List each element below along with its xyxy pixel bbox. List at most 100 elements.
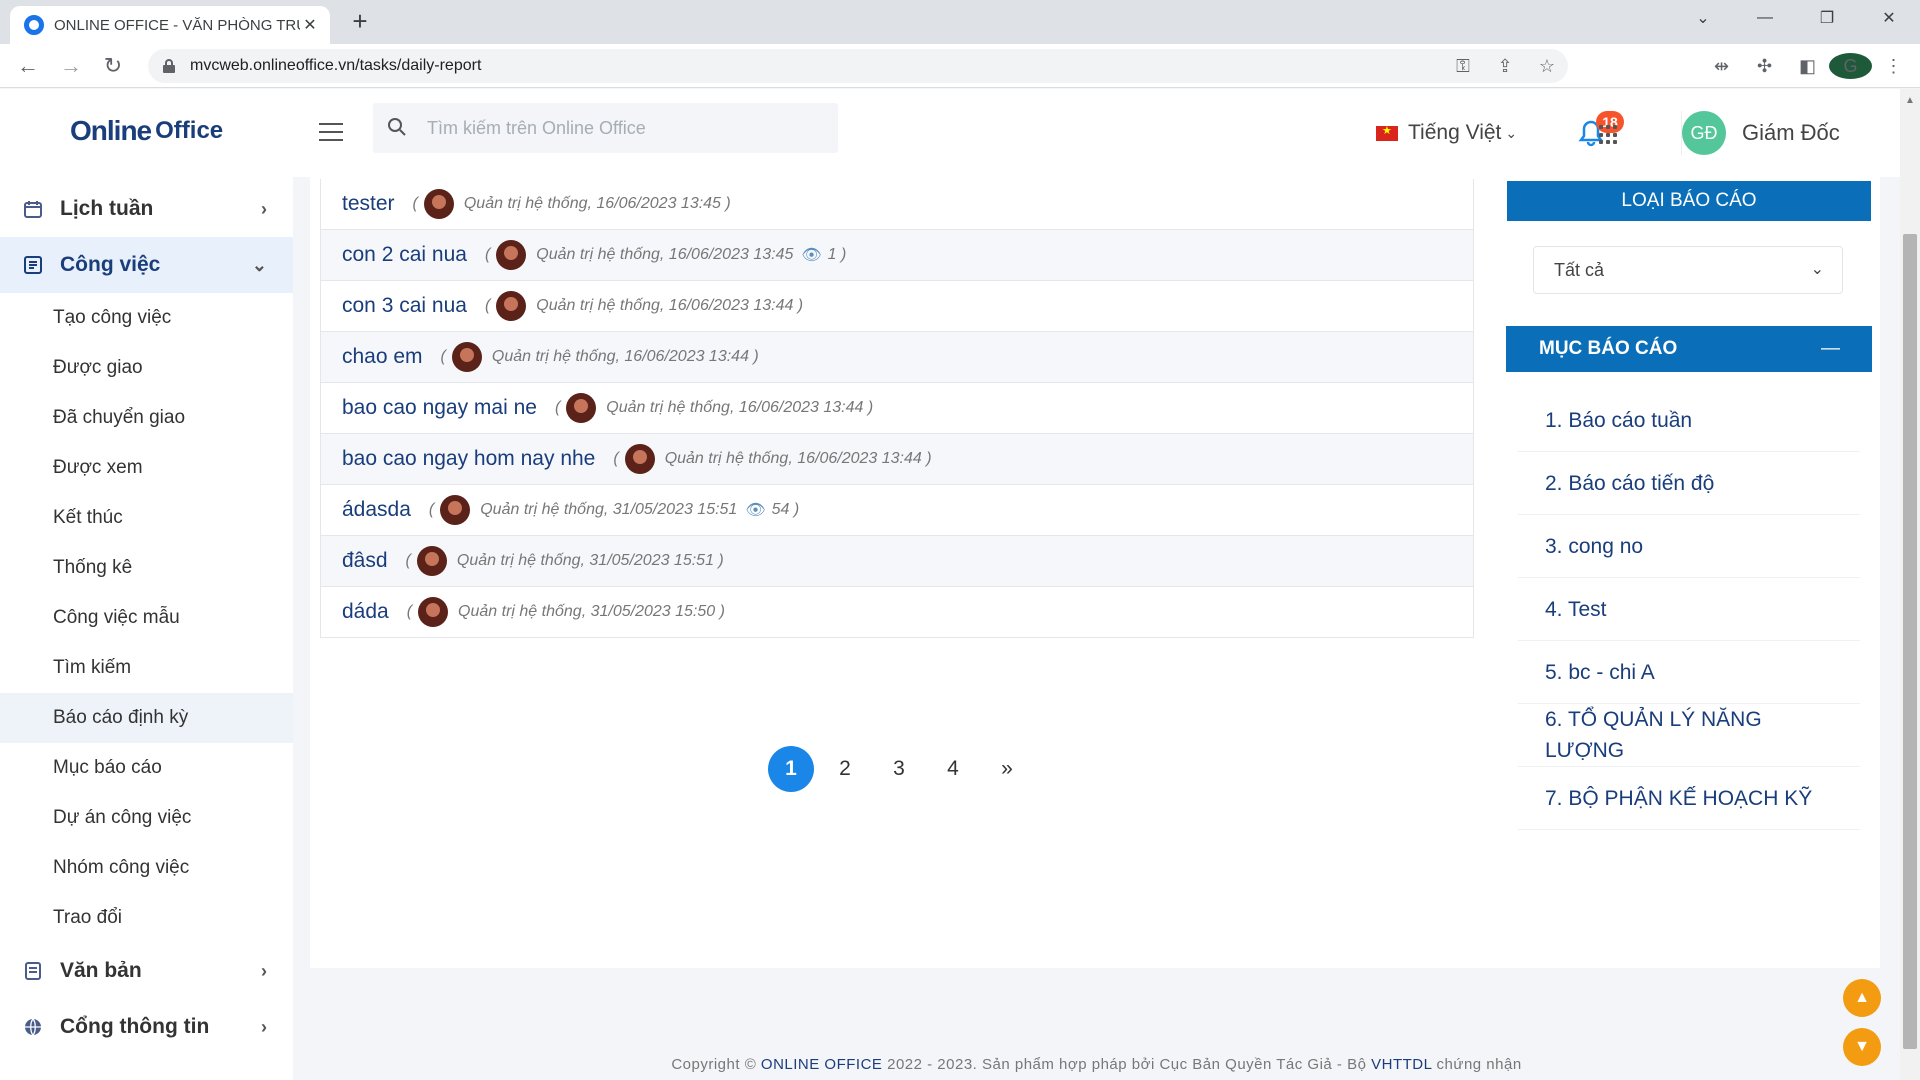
report-title[interactable]: bao cao ngay hom nay nhe bbox=[342, 447, 595, 471]
avatar bbox=[416, 546, 447, 576]
tab-search-icon[interactable]: ⌄ bbox=[1672, 0, 1734, 36]
list-item[interactable]: 4. Test bbox=[1518, 578, 1860, 641]
chevron-down-icon: ⌄ bbox=[1810, 261, 1824, 278]
sidebar: Online Office Lịch tuần › Công việc ⌄ Tạ… bbox=[0, 89, 293, 1080]
address-bar[interactable]: mvcweb.onlineoffice.vn/tasks/daily-repor… bbox=[148, 49, 1568, 83]
sidebar-subitem-bao-cao-dinh-ky[interactable]: Báo cáo định kỳ bbox=[0, 693, 293, 743]
reload-icon[interactable]: ↻ bbox=[99, 52, 127, 80]
footer-middle: 2022 - 2023. Sản phẩm hợp pháp bởi Cục B… bbox=[882, 1056, 1372, 1073]
table-row[interactable]: bao cao ngay hom nay nhe (Quản trị hệ thố… bbox=[320, 434, 1474, 485]
report-list: tester (Quản trị hệ thống, 16/06/2023 13:… bbox=[320, 179, 1474, 638]
key-icon[interactable]: ⚿ bbox=[1442, 56, 1484, 77]
scroll-up-icon[interactable]: ▲ bbox=[1843, 979, 1881, 1017]
user-name: Giám Đốc bbox=[1742, 120, 1840, 145]
sidebar-subitem-muc-bao-cao[interactable]: Mục báo cáo bbox=[0, 743, 293, 793]
report-title[interactable]: con 2 cai nua bbox=[342, 243, 467, 267]
close-window-icon[interactable]: ✕ bbox=[1858, 0, 1920, 36]
sidebar-subitem-cong-viec-mau[interactable]: Công việc mẫu bbox=[0, 593, 293, 643]
report-title[interactable]: tester bbox=[342, 192, 395, 216]
table-row[interactable]: ádasda(Quản trị hệ thống, 31/05/2023 15:… bbox=[320, 485, 1474, 536]
close-tab-icon[interactable]: ✕ bbox=[300, 15, 320, 35]
scrollbar-up-arrow-icon[interactable]: ▲ bbox=[1905, 95, 1915, 106]
language-selector[interactable]: Tiếng Việt ⌄ bbox=[1376, 121, 1517, 145]
sidebar-item-van-ban[interactable]: Văn bản › bbox=[0, 943, 293, 999]
page-button-3[interactable]: 3 bbox=[876, 746, 922, 792]
list-item[interactable]: 3. cong no bbox=[1518, 515, 1860, 578]
table-row[interactable]: đâsd (Quản trị hệ thống, 31/05/2023 15:51… bbox=[320, 536, 1474, 587]
browser-tab[interactable]: ONLINE OFFICE - VĂN PHÒNG TRỰC TUYẾN ✕ bbox=[10, 6, 330, 44]
language-label: Tiếng Việt bbox=[1408, 121, 1502, 144]
restore-icon[interactable]: ❐ bbox=[1796, 0, 1858, 36]
page-button-4[interactable]: 4 bbox=[930, 746, 976, 792]
avatar: GĐ bbox=[1682, 111, 1726, 155]
pagination: 1 2 3 4» bbox=[768, 746, 1038, 792]
scrollbar-thumb[interactable] bbox=[1903, 234, 1917, 1049]
report-author-date: Quản trị hệ thống, 16/06/2023 13:44 bbox=[536, 297, 794, 314]
user-menu[interactable]: GĐ Giám Đốc bbox=[1681, 111, 1840, 155]
report-title[interactable]: chao em bbox=[342, 345, 423, 369]
hamburger-menu-icon[interactable] bbox=[319, 123, 343, 141]
report-title[interactable]: bao cao ngay mai ne bbox=[342, 396, 537, 420]
footer-ministry[interactable]: VHTTDL bbox=[1371, 1056, 1432, 1073]
apps-grid-icon[interactable] bbox=[1599, 125, 1619, 145]
list-item[interactable]: 5. bc - chi A bbox=[1518, 641, 1860, 704]
report-title[interactable]: con 3 cai nua bbox=[342, 294, 467, 318]
sidebar-item-cong-viec[interactable]: Công việc ⌄ bbox=[0, 237, 293, 293]
chevron-down-icon: ⌄ bbox=[251, 255, 267, 275]
muc-bao-cao-title: MỤC BÁO CÁO bbox=[1539, 338, 1678, 359]
page-button-2[interactable]: 2 bbox=[822, 746, 868, 792]
share-icon[interactable]: ⇪ bbox=[1484, 56, 1526, 77]
list-item[interactable]: 6. TỔ QUẢN LÝ NĂNG LƯỢNG bbox=[1518, 704, 1860, 767]
sidebar-subitem-duoc-xem[interactable]: Được xem bbox=[0, 443, 293, 493]
sidebar-subitem-thong-ke[interactable]: Thống kê bbox=[0, 543, 293, 593]
side-panel-icon[interactable]: ◧ bbox=[1786, 56, 1829, 77]
table-row[interactable]: bao cao ngay mai ne (Quản trị hệ thống, 1… bbox=[320, 383, 1474, 434]
table-row[interactable]: con 2 cai nua(Quản trị hệ thống, 16/06/2… bbox=[320, 230, 1474, 281]
list-item[interactable]: 7. BỘ PHẬN KẾ HOẠCH KỸ bbox=[1518, 767, 1860, 830]
list-item[interactable]: 2. Báo cáo tiến độ bbox=[1518, 452, 1860, 515]
loai-bao-cao-header: LOẠI BÁO CÁO bbox=[1507, 181, 1871, 221]
report-title[interactable]: dáda bbox=[342, 600, 389, 624]
sidebar-menu: Lịch tuần › Công việc ⌄ Tạo công việc Đư… bbox=[0, 181, 293, 1055]
bookmark-star-icon[interactable]: ☆ bbox=[1526, 56, 1568, 77]
scroll-down-icon[interactable]: ▼ bbox=[1843, 1028, 1881, 1066]
collapse-icon[interactable]: — bbox=[1821, 326, 1840, 372]
next-page-button[interactable]: » bbox=[984, 746, 1030, 792]
table-row[interactable]: dáda (Quản trị hệ thống, 31/05/2023 15:50… bbox=[320, 587, 1474, 638]
sidebar-subitem-da-chuyen-giao[interactable]: Đã chuyển giao bbox=[0, 393, 293, 443]
page-scrollbar[interactable]: ▲ bbox=[1900, 89, 1920, 1080]
sidebar-subitem-du-an-cong-viec[interactable]: Dự án công việc bbox=[0, 793, 293, 843]
sidebar-item-cong-thong-tin[interactable]: Cổng thông tin › bbox=[0, 999, 293, 1055]
forward-icon[interactable]: → bbox=[57, 52, 85, 80]
page-button-1[interactable]: 1 bbox=[768, 746, 814, 792]
table-row[interactable]: con 3 cai nua (Quản trị hệ thống, 16/06/2… bbox=[320, 281, 1474, 332]
logo[interactable]: Online Office bbox=[70, 111, 230, 151]
chevron-right-icon: › bbox=[261, 961, 267, 981]
puzzle-icon[interactable]: ✣ bbox=[1743, 56, 1786, 77]
sidebar-subitem-tim-kiem[interactable]: Tìm kiếm bbox=[0, 643, 293, 693]
report-title[interactable]: ádasda bbox=[342, 498, 411, 522]
footer-brand[interactable]: ONLINE OFFICE bbox=[761, 1056, 883, 1073]
globe-icon bbox=[22, 1016, 44, 1038]
new-tab-icon[interactable]: + bbox=[346, 8, 374, 36]
report-type-select[interactable]: Tất cả ⌄ bbox=[1533, 246, 1843, 294]
table-row[interactable]: tester (Quản trị hệ thống, 16/06/2023 13:… bbox=[320, 179, 1474, 230]
back-icon[interactable]: ← bbox=[14, 52, 42, 80]
sidebar-item-lich-tuan[interactable]: Lịch tuần › bbox=[0, 181, 293, 237]
minimize-icon[interactable]: — bbox=[1734, 0, 1796, 36]
muc-bao-cao-header[interactable]: MỤC BÁO CÁO — bbox=[1506, 326, 1872, 372]
search-bar[interactable]: Tìm kiếm trên Online Office bbox=[373, 103, 838, 153]
app: Online Office Lịch tuần › Công việc ⌄ Tạ… bbox=[0, 89, 1900, 1080]
profile-avatar[interactable]: G bbox=[1829, 53, 1872, 79]
sidebar-subitem-ket-thuc[interactable]: Kết thúc bbox=[0, 493, 293, 543]
sidebar-subitem-trao-doi[interactable]: Trao đổi bbox=[0, 893, 293, 943]
sidebar-subitem-nhom-cong-viec[interactable]: Nhóm công việc bbox=[0, 843, 293, 893]
browser-menu-icon[interactable]: ⋮ bbox=[1872, 56, 1915, 77]
list-item[interactable]: 1. Báo cáo tuần bbox=[1518, 389, 1860, 452]
sidebar-item-label: Công việc bbox=[60, 253, 161, 276]
sidebar-subitem-duoc-giao[interactable]: Được giao bbox=[0, 343, 293, 393]
extension-icon[interactable]: ⇹ bbox=[1700, 56, 1743, 77]
sidebar-subitem-tao-cong-viec[interactable]: Tạo công việc bbox=[0, 293, 293, 343]
table-row[interactable]: chao em (Quản trị hệ thống, 16/06/2023 13… bbox=[320, 332, 1474, 383]
report-title[interactable]: đâsd bbox=[342, 549, 388, 573]
